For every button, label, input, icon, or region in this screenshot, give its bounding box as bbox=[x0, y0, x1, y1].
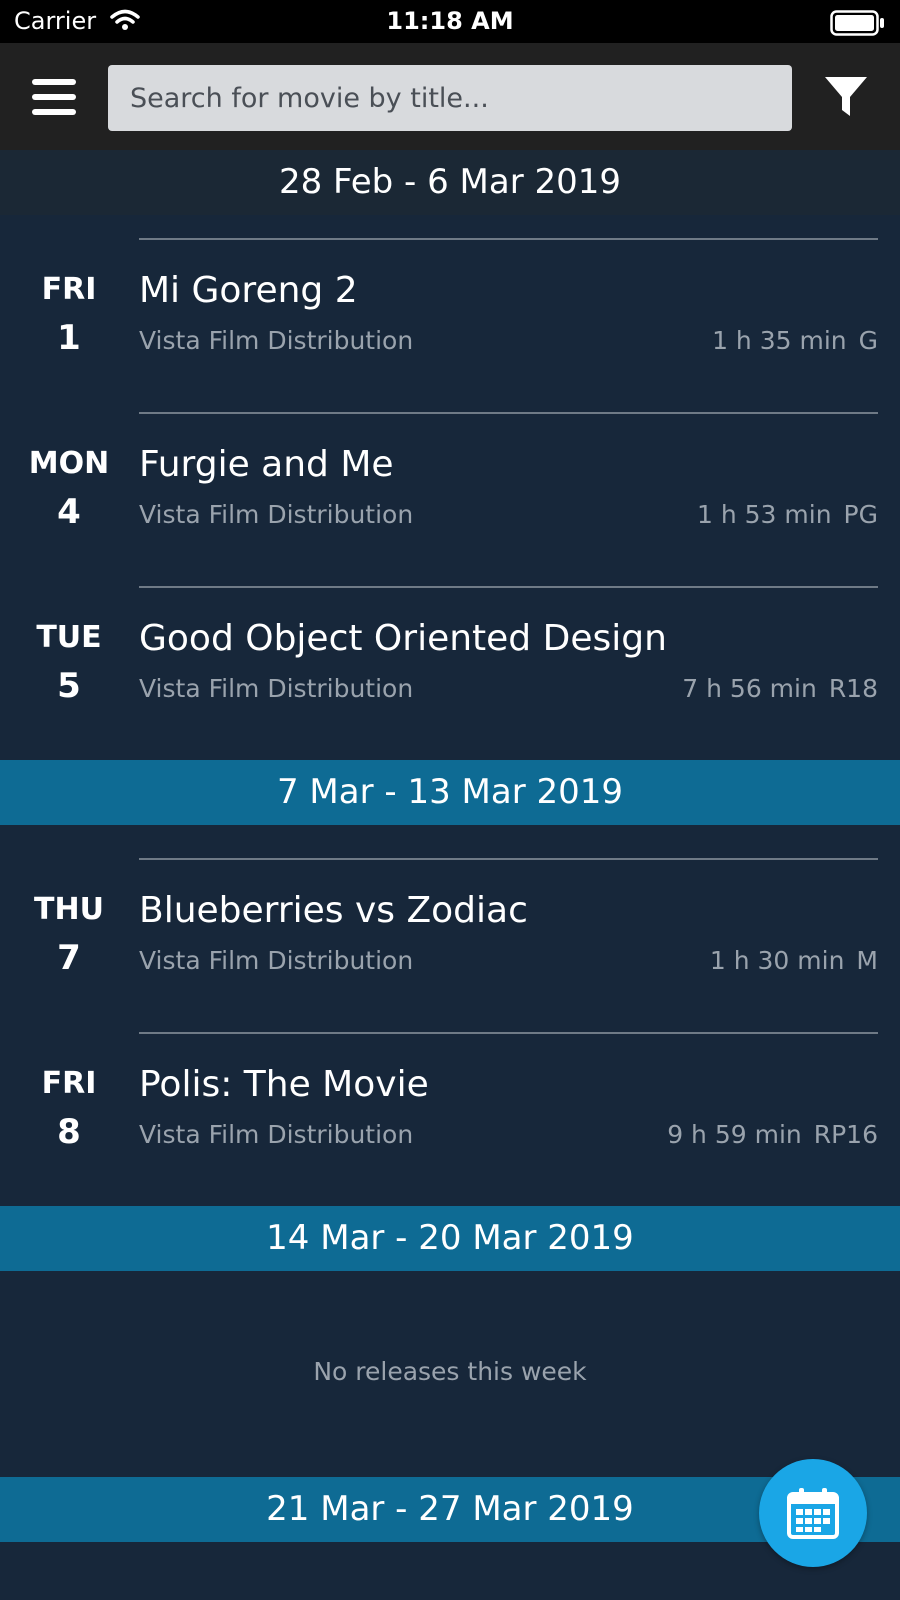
rating: R18 bbox=[828, 674, 878, 703]
row-divider bbox=[139, 858, 878, 860]
battery-icon bbox=[830, 10, 886, 40]
movie-title: Polis: The Movie bbox=[139, 1064, 429, 1105]
empty-week-message: No releases this week bbox=[313, 1357, 587, 1386]
movie-meta: 1 h 30 min M bbox=[710, 946, 878, 975]
day-number: 5 bbox=[57, 666, 81, 706]
duration: 1 h 53 min bbox=[697, 500, 832, 529]
duration: 7 h 56 min bbox=[682, 674, 817, 703]
day-name: TUE bbox=[36, 620, 102, 655]
week-header: 28 Feb - 6 Mar 2019 bbox=[0, 150, 900, 215]
day-name: MON bbox=[28, 446, 110, 481]
row-divider bbox=[139, 412, 878, 414]
day-name: THU bbox=[34, 892, 104, 927]
status-bar: Carrier 11:18 AM bbox=[0, 0, 900, 43]
day-number: 8 bbox=[57, 1112, 81, 1152]
distributor: Vista Film Distribution bbox=[139, 326, 414, 355]
hamburger-icon bbox=[32, 79, 76, 115]
movie-meta: 1 h 53 min PG bbox=[697, 500, 878, 529]
movie-title: Mi Goreng 2 bbox=[139, 270, 358, 311]
calendar-icon bbox=[787, 1488, 839, 1539]
movie-meta: 7 h 56 min R18 bbox=[682, 674, 878, 703]
rating: G bbox=[858, 326, 878, 355]
distributor: Vista Film Distribution bbox=[139, 674, 414, 703]
rating: M bbox=[856, 946, 878, 975]
menu-button[interactable] bbox=[30, 77, 78, 117]
status-time: 11:18 AM bbox=[386, 7, 514, 35]
filter-button[interactable] bbox=[822, 73, 870, 121]
release-day: FRI 1 bbox=[18, 272, 120, 360]
rating: PG bbox=[843, 500, 878, 529]
duration: 1 h 35 min bbox=[712, 326, 847, 355]
day-name: FRI bbox=[41, 1066, 97, 1101]
calendar-fab-button[interactable] bbox=[759, 1459, 867, 1567]
distributor: Vista Film Distribution bbox=[139, 500, 414, 529]
movie-title: Furgie and Me bbox=[139, 444, 394, 485]
day-number: 4 bbox=[57, 492, 81, 532]
distributor: Vista Film Distribution bbox=[139, 946, 414, 975]
row-divider bbox=[139, 586, 878, 588]
movie-title: Good Object Oriented Design bbox=[139, 618, 667, 659]
release-day: MON 4 bbox=[18, 446, 120, 534]
rating: RP16 bbox=[813, 1120, 878, 1149]
search-input[interactable] bbox=[108, 65, 792, 131]
app-header bbox=[0, 43, 900, 150]
filter-icon bbox=[825, 77, 867, 116]
release-day: THU 7 bbox=[18, 892, 120, 980]
day-number: 1 bbox=[57, 318, 81, 358]
duration: 1 h 30 min bbox=[709, 946, 845, 975]
release-day: TUE 5 bbox=[18, 620, 120, 708]
movie-meta: 1 h 35 min G bbox=[712, 326, 878, 355]
day-number: 7 bbox=[57, 938, 81, 978]
distributor: Vista Film Distribution bbox=[139, 1120, 414, 1149]
week-header: 7 Mar - 13 Mar 2019 bbox=[0, 760, 900, 825]
row-divider bbox=[139, 238, 878, 240]
week-header: 14 Mar - 20 Mar 2019 bbox=[0, 1206, 900, 1271]
release-day: FRI 8 bbox=[18, 1066, 120, 1154]
movie-meta: 9 h 59 min RP16 bbox=[667, 1120, 878, 1149]
day-name: FRI bbox=[41, 272, 97, 307]
duration: 9 h 59 min bbox=[667, 1120, 802, 1149]
row-divider bbox=[139, 1032, 878, 1034]
movie-title: Blueberries vs Zodiac bbox=[139, 890, 528, 931]
